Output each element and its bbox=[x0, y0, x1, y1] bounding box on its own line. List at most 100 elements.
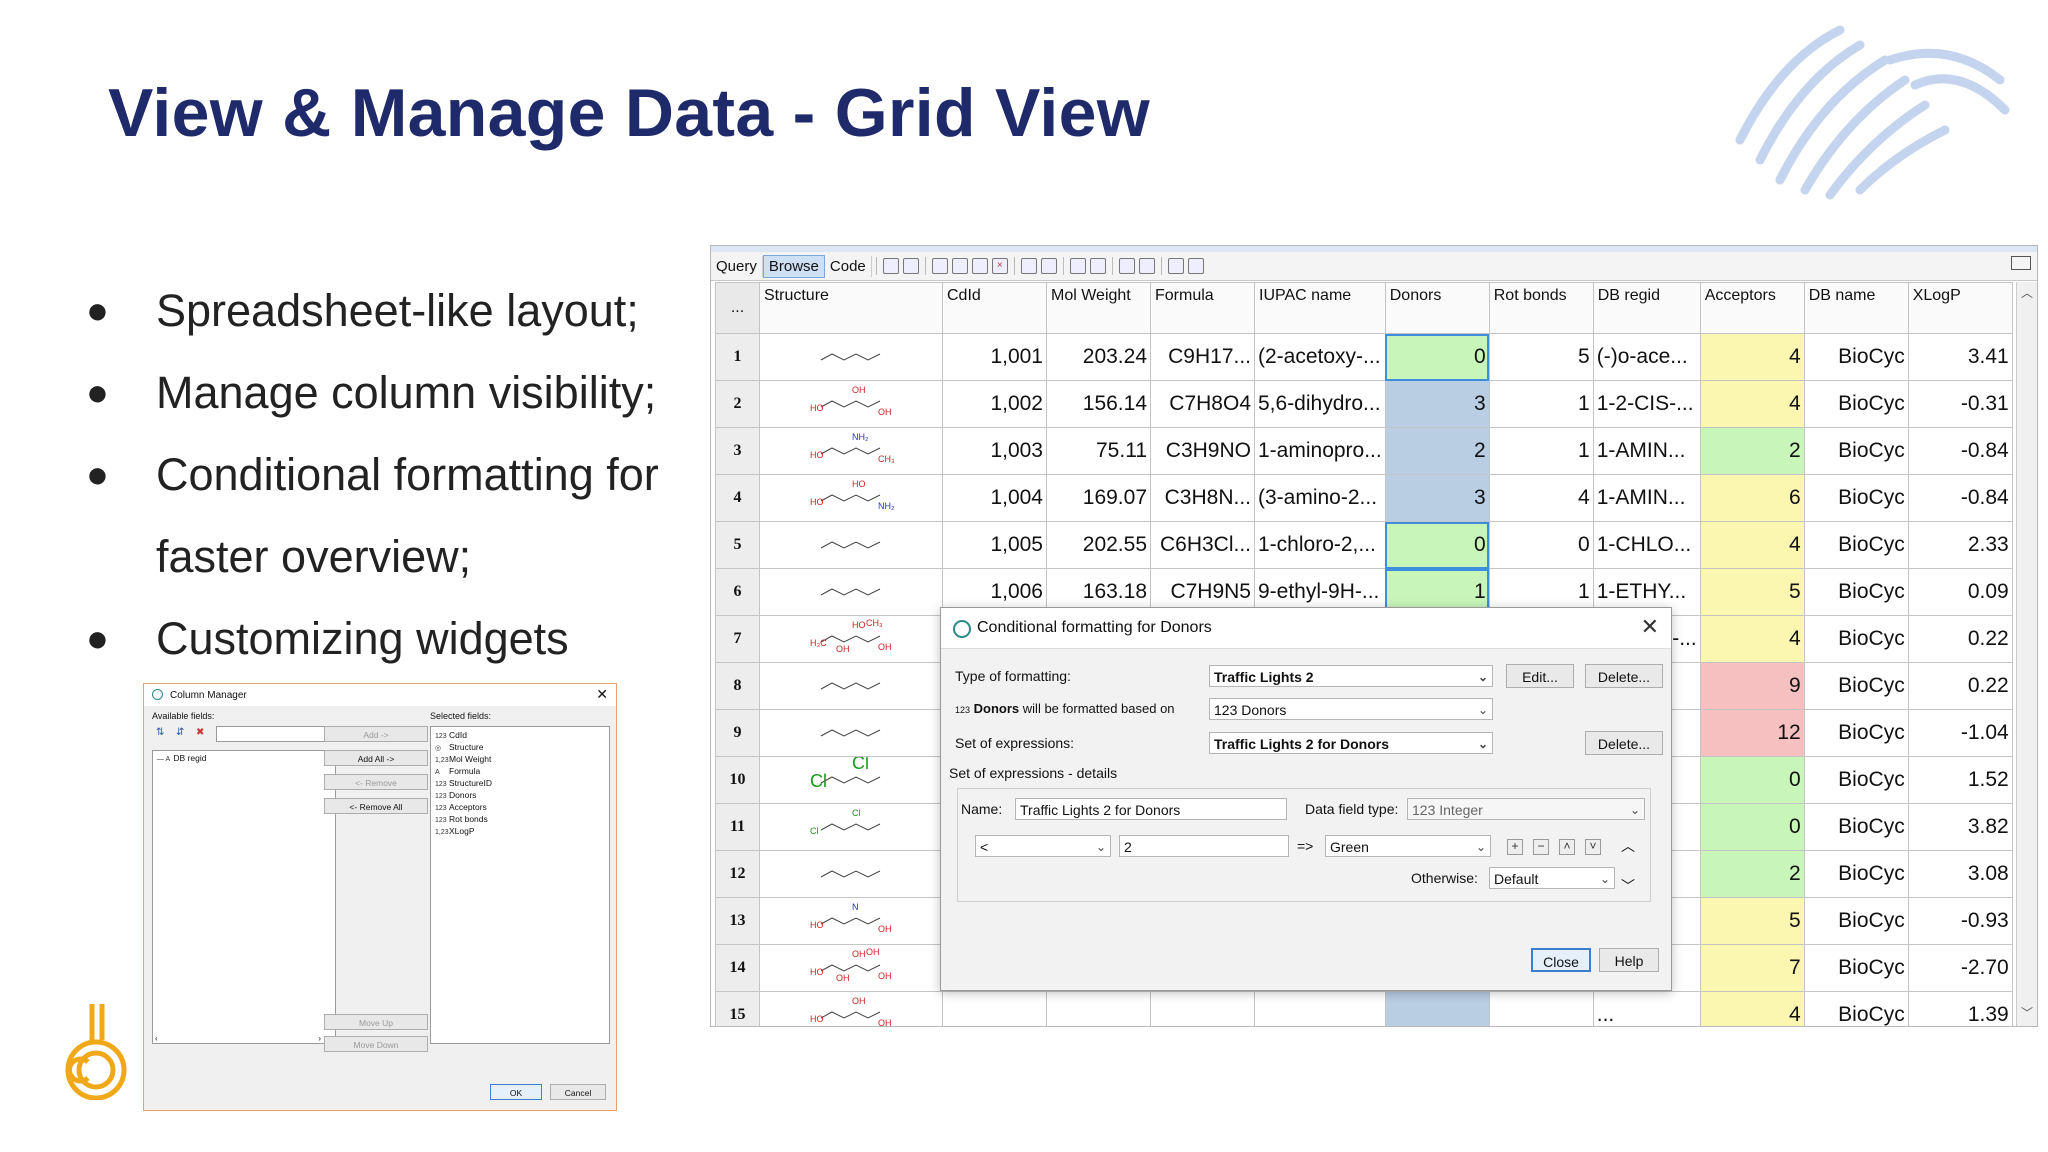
grid-view-icon[interactable] bbox=[882, 258, 899, 274]
close-icon[interactable]: ✕ bbox=[596, 686, 608, 703]
acceptors-cell[interactable]: 4 bbox=[1699, 333, 1805, 381]
formula-cell[interactable]: C7H8O4 bbox=[1150, 380, 1255, 428]
export-icon[interactable] bbox=[1138, 258, 1155, 274]
db-name-cell[interactable]: BioCyc bbox=[1803, 709, 1909, 757]
scroll-up-icon[interactable]: ︿ bbox=[2017, 284, 2037, 302]
operator-select[interactable]: < ⌄ bbox=[975, 835, 1111, 857]
xlogp-cell[interactable]: 2.33 bbox=[1907, 521, 2013, 569]
structure-cell[interactable]: Cl Cl bbox=[759, 803, 943, 851]
xlogp-cell[interactable]: 3.08 bbox=[1907, 850, 2013, 898]
clear-filter-icon[interactable]: ✖ bbox=[196, 727, 204, 738]
list-item[interactable]: 123 Rot bonds bbox=[435, 814, 488, 824]
filter-icon[interactable] bbox=[1020, 258, 1037, 274]
iupac-cell[interactable]: 1-chloro-2,... bbox=[1254, 521, 1386, 569]
iupac-cell[interactable]: 5,6-dihydro... bbox=[1254, 380, 1386, 428]
acceptors-cell[interactable]: 5 bbox=[1699, 568, 1805, 616]
row-number[interactable]: 9 bbox=[715, 709, 760, 757]
otherwise-select[interactable]: Default ⌄ bbox=[1489, 867, 1615, 889]
mol-weight-cell[interactable]: 202.55 bbox=[1046, 521, 1151, 569]
chart-icon[interactable] bbox=[1118, 258, 1135, 274]
remove-button[interactable]: <- Remove bbox=[324, 774, 428, 790]
column-header[interactable]: Formula bbox=[1150, 282, 1255, 334]
add-row-icon[interactable]: + bbox=[1507, 839, 1523, 855]
panel-layout-icon[interactable] bbox=[2011, 256, 2031, 270]
db-name-cell[interactable]: BioCyc bbox=[1803, 568, 1909, 616]
help-button[interactable]: Help bbox=[1599, 948, 1659, 972]
list-item[interactable]: A Formula bbox=[435, 766, 480, 776]
rot-bonds-cell[interactable]: 0 bbox=[1488, 521, 1594, 569]
list-item[interactable]: 1,23Mol Weight bbox=[435, 754, 491, 764]
formula-cell[interactable]: C9H17... bbox=[1150, 333, 1255, 381]
xlogp-cell[interactable]: -2.70 bbox=[1907, 944, 2013, 992]
db-name-cell[interactable]: BioCyc bbox=[1803, 803, 1909, 851]
form-view-icon[interactable] bbox=[902, 258, 919, 274]
type-select[interactable]: Traffic Lights 2 ⌄ bbox=[1209, 665, 1493, 687]
column-header[interactable]: Donors bbox=[1384, 282, 1490, 334]
row-number[interactable]: 8 bbox=[715, 662, 760, 710]
rot-bonds-cell[interactable]: 5 bbox=[1488, 333, 1594, 381]
row-number[interactable]: 6 bbox=[715, 568, 760, 616]
move-down-button[interactable]: Move Down bbox=[324, 1036, 428, 1052]
list-item[interactable]: 123 Donors bbox=[435, 790, 476, 800]
mol-weight-cell[interactable]: 156.14 bbox=[1046, 380, 1151, 428]
column-header[interactable]: Mol Weight bbox=[1046, 282, 1151, 334]
field-select[interactable]: 123 Donors ⌄ bbox=[1209, 698, 1493, 720]
move-down-icon[interactable]: ˅ bbox=[1585, 839, 1601, 855]
structure-cell[interactable] bbox=[759, 568, 943, 616]
column-header[interactable]: Structure bbox=[759, 282, 943, 334]
close-icon[interactable]: ✕ bbox=[1641, 614, 1659, 640]
row-number[interactable]: 4 bbox=[715, 474, 760, 522]
donors-cell[interactable]: 2 bbox=[1384, 427, 1490, 475]
structure-cell[interactable]: H₃C HO OH OH CH₃ bbox=[759, 615, 943, 663]
cdid-cell[interactable]: 1,002 bbox=[942, 380, 1047, 428]
row-number[interactable]: 5 bbox=[715, 521, 760, 569]
cdid-cell[interactable]: 1,004 bbox=[942, 474, 1047, 522]
structure-cell[interactable] bbox=[759, 662, 943, 710]
row-number[interactable]: 13 bbox=[715, 897, 760, 945]
acceptors-cell[interactable]: 0 bbox=[1699, 756, 1805, 804]
delete-type-button[interactable]: Delete... bbox=[1585, 664, 1663, 688]
star-icon[interactable] bbox=[1069, 258, 1086, 274]
acceptors-cell[interactable]: 6 bbox=[1699, 474, 1805, 522]
row-number[interactable]: 15 bbox=[715, 991, 760, 1026]
row-number[interactable]: 7 bbox=[715, 615, 760, 663]
scroll-right-icon[interactable]: › bbox=[318, 1034, 321, 1043]
formula-cell[interactable]: C6H3Cl... bbox=[1150, 521, 1255, 569]
rot-bonds-cell[interactable]: 1 bbox=[1488, 380, 1594, 428]
name-input[interactable]: Traffic Lights 2 for Donors bbox=[1015, 798, 1287, 820]
cdid-cell[interactable]: 1,003 bbox=[942, 427, 1047, 475]
rot-bonds-cell[interactable] bbox=[1488, 991, 1594, 1026]
copy-row-icon[interactable] bbox=[971, 258, 988, 274]
db-regid-cell[interactable]: (-)o-ace... bbox=[1592, 333, 1701, 381]
table-row[interactable]: 15 HO OH OH... 4 BioCyc 1.39 bbox=[715, 991, 2013, 1026]
edit-button[interactable]: Edit... bbox=[1506, 664, 1574, 688]
structure-cell[interactable] bbox=[759, 333, 943, 381]
clear-filter-icon[interactable] bbox=[1040, 258, 1057, 274]
close-button[interactable]: Close bbox=[1531, 948, 1591, 972]
scroll-down-icon[interactable]: ﹀ bbox=[1621, 876, 1635, 896]
column-header[interactable]: CdId bbox=[942, 282, 1047, 334]
edit-row-icon[interactable] bbox=[951, 258, 968, 274]
corner-header[interactable]: ... bbox=[715, 282, 760, 334]
remove-row-icon[interactable]: − bbox=[1533, 839, 1549, 855]
column-header[interactable]: Acceptors bbox=[1699, 282, 1805, 334]
available-list[interactable]: — A DB regid ˄ ˅ ‹ › bbox=[152, 750, 336, 1044]
structure-cell[interactable]: Cl Cl bbox=[759, 756, 943, 804]
donors-cell[interactable]: 3 bbox=[1384, 380, 1490, 428]
donors-cell[interactable] bbox=[1384, 991, 1490, 1026]
row-number[interactable]: 14 bbox=[715, 944, 760, 992]
acceptors-cell[interactable]: 4 bbox=[1699, 380, 1805, 428]
acceptors-cell[interactable]: 2 bbox=[1699, 850, 1805, 898]
iupac-cell[interactable]: (2-acetoxy-... bbox=[1254, 333, 1386, 381]
mol-weight-cell[interactable]: 75.11 bbox=[1046, 427, 1151, 475]
scroll-left-icon[interactable]: ‹ bbox=[155, 1034, 158, 1043]
structure-cell[interactable] bbox=[759, 521, 943, 569]
structure-cell[interactable] bbox=[759, 709, 943, 757]
move-up-icon[interactable]: ˄ bbox=[1559, 839, 1575, 855]
sort-desc-icon[interactable]: ⇵ bbox=[176, 727, 184, 738]
row-number[interactable]: 3 bbox=[715, 427, 760, 475]
xlogp-cell[interactable]: 0.22 bbox=[1907, 615, 2013, 663]
acceptors-cell[interactable]: 5 bbox=[1699, 897, 1805, 945]
db-name-cell[interactable]: BioCyc bbox=[1803, 850, 1909, 898]
column-header[interactable]: DB regid bbox=[1592, 282, 1701, 334]
